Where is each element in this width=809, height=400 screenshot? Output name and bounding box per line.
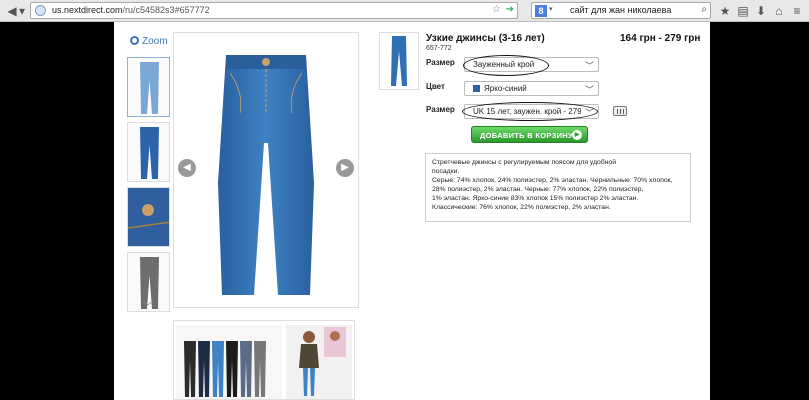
- product-description: Стретчевые джинсы с регулируемым поясом …: [425, 153, 691, 222]
- chevron-left-icon[interactable]: ◀: [178, 159, 196, 177]
- thumbnail-jeans-detail[interactable]: [127, 187, 170, 247]
- bookmarks-list-icon[interactable]: ▤: [735, 3, 751, 19]
- annotation-oval: [463, 55, 549, 76]
- annotation-oval: [462, 102, 598, 121]
- menu-icon[interactable]: ≡: [789, 3, 805, 19]
- search-input[interactable]: сайт для жан николаева: [570, 5, 671, 15]
- size-guide-icon[interactable]: [613, 106, 627, 116]
- magnifier-icon: [130, 36, 139, 45]
- home-icon[interactable]: ⌂: [771, 3, 787, 19]
- chevron-right-icon[interactable]: ▶: [336, 159, 354, 177]
- size-label: Размер: [426, 105, 455, 114]
- product-price: 164 грн - 279 грн: [620, 33, 701, 44]
- thumbnail-jeans-back[interactable]: [127, 122, 170, 182]
- search-engine-dropdown-icon[interactable]: ▾: [549, 5, 553, 13]
- address-url: us.nextdirect.com/ru/c54582s3#657772: [52, 5, 210, 15]
- browser-toolbar: ◀ ▾ us.nextdirect.com/ru/c54582s3#657772…: [0, 0, 809, 22]
- fit-label: Размер: [426, 58, 455, 67]
- color-label: Цвет: [426, 82, 445, 91]
- thumbnail-jeans-front[interactable]: [127, 57, 170, 117]
- site-identity-icon[interactable]: [35, 5, 46, 16]
- color-select[interactable]: Ярко-синий ﹀: [464, 81, 599, 96]
- add-to-cart-button[interactable]: ДОБАВИТЬ В КОРЗИНУ ▶: [471, 126, 588, 143]
- product-code: 657-772: [426, 45, 452, 52]
- color-swatch: [473, 85, 480, 92]
- chevron-down-icon[interactable]: ﹀: [143, 298, 153, 313]
- bookmarks-star-icon[interactable]: ★: [717, 3, 733, 19]
- downloads-icon[interactable]: ⬇: [753, 3, 769, 19]
- chevron-down-icon: ﹀: [584, 61, 594, 71]
- search-engine-icon[interactable]: 8: [535, 5, 547, 17]
- thumbnail-strip: [127, 57, 172, 317]
- reload-icon[interactable]: ➜: [506, 4, 514, 15]
- zoom-link[interactable]: Zoom: [130, 36, 168, 47]
- address-bar[interactable]: us.nextdirect.com/ru/c54582s3#657772 ☆ ➜: [30, 2, 518, 19]
- forward-dropdown-icon[interactable]: ▾: [17, 3, 27, 19]
- outfit-thumbnail[interactable]: [173, 320, 355, 400]
- search-bar[interactable]: 8 ▾ сайт для жан николаева ⌕: [531, 2, 711, 19]
- chevron-down-icon: ﹀: [584, 85, 594, 95]
- arrow-right-icon: ▶: [572, 130, 582, 140]
- main-product-image[interactable]: ◀ ▶: [173, 32, 359, 308]
- product-title: Узкие джинсы (3-16 лет): [426, 33, 545, 44]
- bookmark-star-icon[interactable]: ☆: [492, 4, 501, 15]
- search-icon[interactable]: ⌕: [701, 4, 707, 15]
- product-color-thumbnail: [379, 32, 419, 90]
- product-page: Zoom ﹀ ◀ ▶ Узкие джинсы (3-16 лет) 657-7…: [114, 22, 710, 400]
